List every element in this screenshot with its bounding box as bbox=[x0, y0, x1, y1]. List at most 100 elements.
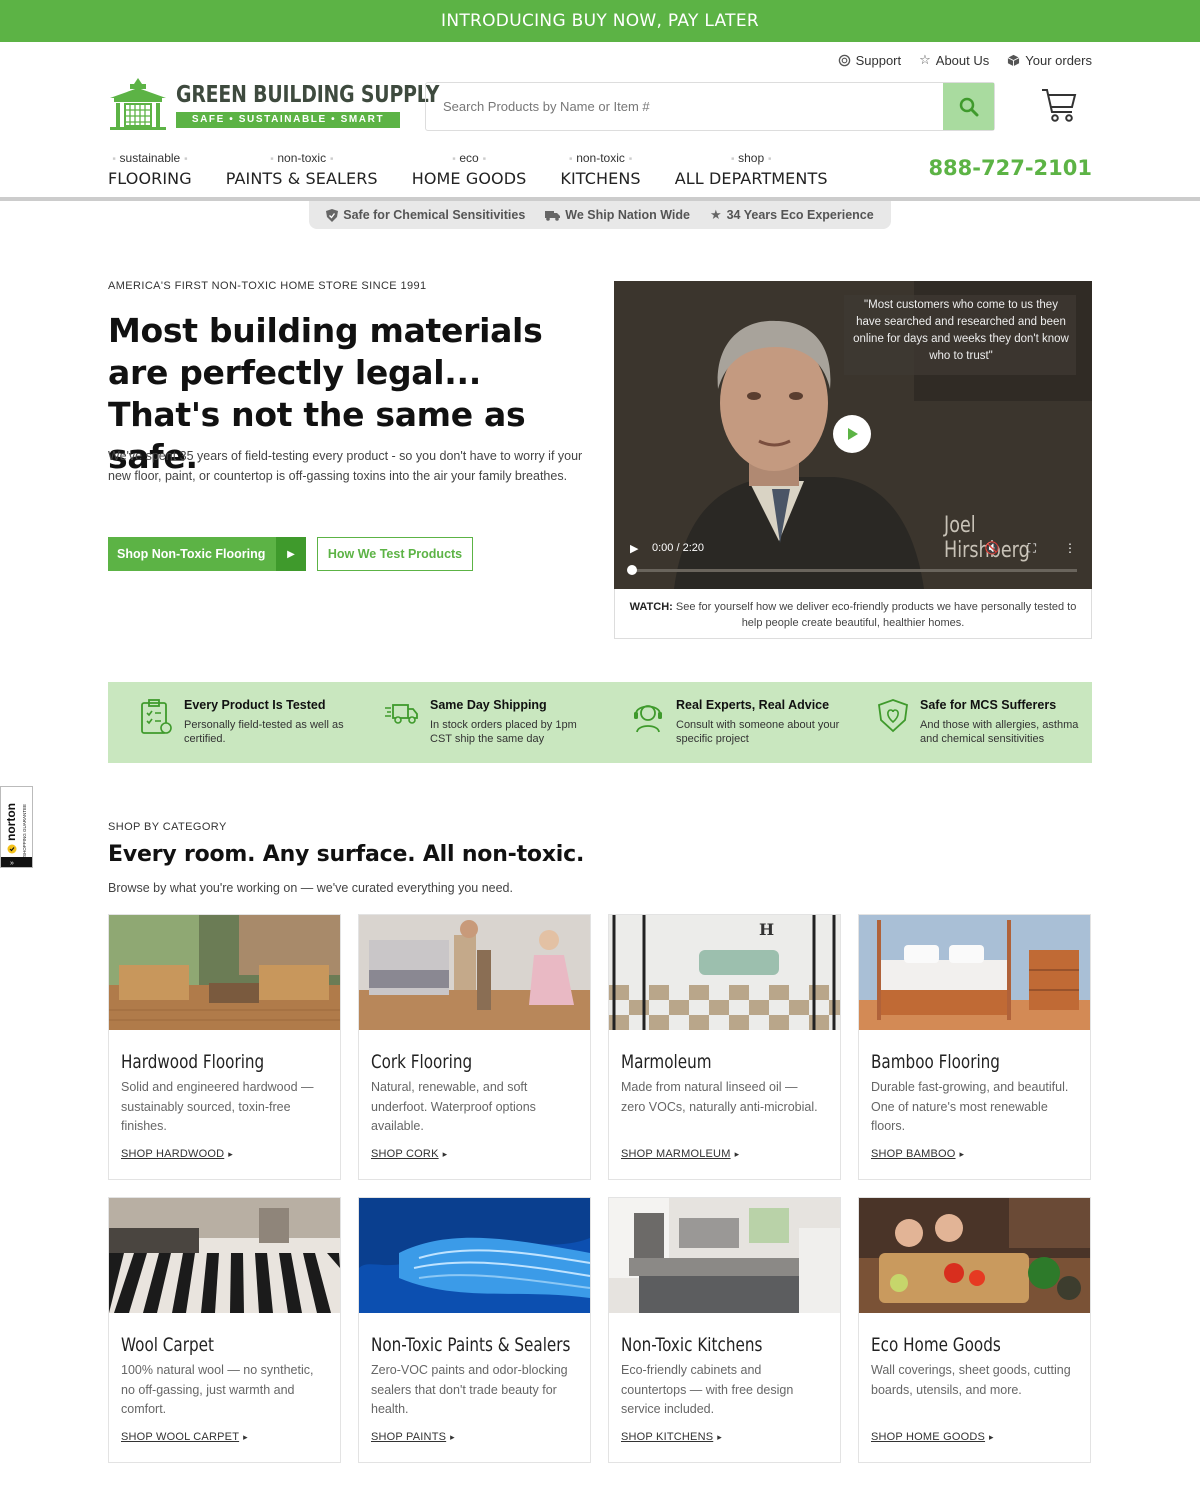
card-desc: 100% natural wool — no synthetic, no off… bbox=[121, 1363, 314, 1416]
feature-item: Same Day Shipping In stock orders placed… bbox=[354, 682, 600, 763]
card-title: Non-Toxic Paints & Sealers bbox=[371, 1334, 571, 1356]
feature-item: Real Experts, Real Advice Consult with s… bbox=[600, 682, 846, 763]
feature-desc: Personally field-tested as well as certi… bbox=[184, 719, 344, 745]
site-logo[interactable]: GREEN BUILDING SUPPLY SAFE • SUSTAINABLE… bbox=[108, 76, 439, 132]
about-link[interactable]: ☆ About Us bbox=[919, 52, 989, 68]
cart-icon bbox=[1042, 89, 1077, 122]
feature-item: Safe for MCS Sufferers And those with al… bbox=[846, 682, 1092, 763]
card-desc: Zero-VOC paints and odor-blocking sealer… bbox=[371, 1363, 568, 1416]
nav-all-departments-label: ALL DEPARTMENTS bbox=[674, 169, 828, 188]
logo-tagline: SAFE • SUSTAINABLE • SMART bbox=[176, 112, 400, 128]
category-subtitle: Browse by what you're working on — we've… bbox=[108, 881, 513, 895]
nav-kitchens[interactable]: non-toxic KITCHENS bbox=[560, 151, 640, 188]
category-title: Every room. Any surface. All non-toxic. bbox=[108, 842, 585, 867]
phone-number[interactable]: 888-727-2101 bbox=[928, 156, 1092, 180]
feature-desc: Consult with someone about your specific… bbox=[676, 719, 840, 745]
search-bar bbox=[425, 82, 995, 131]
main-nav: sustainable FLOORING non-toxic PAINTS & … bbox=[108, 151, 862, 188]
card-link[interactable]: SHOP CORK bbox=[371, 1148, 447, 1160]
nav-paints-label: PAINTS & SEALERS bbox=[225, 169, 378, 188]
trust-item: Safe for Chemical Sensitivities bbox=[326, 208, 525, 222]
category-card-hardwood[interactable]: Hardwood Flooring Solid and engineered h… bbox=[108, 914, 341, 1180]
video-play-toggle-icon[interactable]: ▶ bbox=[630, 542, 638, 555]
feature-desc: In stock orders placed by 1pm CST ship t… bbox=[430, 719, 577, 745]
hero-text: We've spent 35 years of field-testing ev… bbox=[108, 449, 583, 483]
card-link[interactable]: SHOP HOME GOODS bbox=[871, 1431, 994, 1443]
video-time: 0:00 / 2:20 bbox=[652, 542, 704, 554]
nav-flooring[interactable]: sustainable FLOORING bbox=[108, 151, 192, 188]
search-input[interactable] bbox=[426, 83, 944, 130]
box-icon bbox=[1007, 54, 1020, 66]
orders-label: Your orders bbox=[1025, 52, 1092, 68]
support-link[interactable]: Support bbox=[838, 52, 902, 68]
category-card-kitchens[interactable]: Non-Toxic Kitchens Eco-friendly cabinets… bbox=[608, 1197, 841, 1463]
nav-paints[interactable]: non-toxic PAINTS & SEALERS bbox=[226, 151, 378, 188]
shield-icon bbox=[326, 208, 339, 222]
mute-icon[interactable]: 🔇 bbox=[985, 541, 1000, 556]
card-link[interactable]: SHOP MARMOLEUM bbox=[621, 1148, 739, 1160]
category-card-wool-carpet[interactable]: Wool Carpet 100% natural wool — no synth… bbox=[108, 1197, 341, 1463]
feature-title: Safe for MCS Sufferers bbox=[920, 698, 1057, 712]
nav-flooring-label: FLOORING bbox=[108, 169, 192, 188]
card-link[interactable]: SHOP BAMBOO bbox=[871, 1148, 964, 1160]
trust-item: We Ship Nation Wide bbox=[545, 208, 690, 222]
nav-all-departments[interactable]: shop ALL DEPARTMENTS bbox=[675, 151, 828, 188]
star-outline-icon: ☆ bbox=[919, 52, 931, 67]
card-link[interactable]: SHOP HARDWOOD bbox=[121, 1148, 233, 1160]
video-player[interactable]: "Most customers who come to us they have… bbox=[614, 281, 1092, 589]
fast-truck-icon bbox=[385, 704, 418, 724]
video-progress-bar[interactable] bbox=[632, 569, 1077, 572]
support-label: Support bbox=[855, 52, 902, 68]
orders-link[interactable]: Your orders bbox=[1007, 52, 1092, 68]
norton-badge[interactable]: norton SHOPPING GUARANTEE » bbox=[0, 786, 33, 868]
cork-image bbox=[359, 915, 590, 1030]
trust-label: We Ship Nation Wide bbox=[565, 208, 690, 222]
feature-item: Every Product Is Tested Personally field… bbox=[108, 682, 354, 763]
category-card-home-goods[interactable]: Eco Home Goods Wall coverings, sheet goo… bbox=[858, 1197, 1091, 1463]
fullscreen-icon[interactable]: ⛶ bbox=[1028, 541, 1036, 556]
card-title: Bamboo Flooring bbox=[871, 1051, 1000, 1073]
norton-logo-text: norton bbox=[4, 803, 18, 841]
nav-home-goods-label: HOME GOODS bbox=[411, 169, 527, 188]
category-card-bamboo[interactable]: Bamboo Flooring Durable fast-growing, an… bbox=[858, 914, 1091, 1180]
cart-button[interactable] bbox=[1040, 86, 1078, 129]
wool-carpet-image bbox=[109, 1198, 340, 1313]
search-button[interactable] bbox=[943, 83, 994, 130]
play-button[interactable] bbox=[833, 415, 871, 453]
category-card-marmoleum[interactable]: H Marmoleum Made from natural linseed oi… bbox=[608, 914, 841, 1180]
card-link[interactable]: SHOP PAINTS bbox=[371, 1431, 455, 1443]
video-scrubber-handle[interactable] bbox=[627, 565, 637, 575]
clipboard-icon bbox=[141, 699, 172, 734]
nav-paints-eyebrow: non-toxic bbox=[226, 151, 378, 165]
logo-name: GREEN BUILDING SUPPLY bbox=[176, 82, 440, 108]
card-link[interactable]: SHOP KITCHENS bbox=[621, 1431, 722, 1443]
card-title: Wool Carpet bbox=[121, 1334, 214, 1356]
truck-icon bbox=[545, 210, 561, 221]
promo-banner[interactable]: INTRODUCING BUY NOW, PAY LATER bbox=[0, 0, 1200, 42]
card-desc: Natural, renewable, and soft underfoot. … bbox=[371, 1080, 536, 1133]
bamboo-image bbox=[859, 915, 1090, 1030]
card-link[interactable]: SHOP WOOL CARPET bbox=[121, 1431, 248, 1443]
category-card-cork[interactable]: Cork Flooring Natural, renewable, and so… bbox=[358, 914, 591, 1180]
nav-kitchens-label: KITCHENS bbox=[560, 169, 641, 188]
more-options-icon[interactable]: ⋮ bbox=[1064, 541, 1076, 556]
nav-all-departments-eyebrow: shop bbox=[675, 151, 828, 165]
support-icon bbox=[838, 54, 850, 66]
how-we-test-button[interactable]: How We Test Products bbox=[317, 537, 473, 571]
search-icon bbox=[959, 97, 978, 116]
play-icon bbox=[848, 428, 858, 440]
nav-home-goods[interactable]: eco HOME GOODS bbox=[412, 151, 527, 188]
features-strip: Every Product Is Tested Personally field… bbox=[108, 682, 1092, 763]
card-title: Marmoleum bbox=[621, 1051, 712, 1073]
category-card-paints[interactable]: Non-Toxic Paints & Sealers Zero-VOC pain… bbox=[358, 1197, 591, 1463]
shop-flooring-button[interactable]: Shop Non-Toxic Flooring ▶ bbox=[108, 537, 306, 571]
card-desc: Solid and engineered hardwood — sustaina… bbox=[121, 1080, 314, 1133]
star-icon: ★ bbox=[709, 207, 722, 222]
card-title: Eco Home Goods bbox=[871, 1334, 1001, 1356]
video-caption-text: See for yourself how we deliver eco-frie… bbox=[675, 601, 1077, 629]
card-desc: Durable fast-growing, and beautiful. One… bbox=[871, 1080, 1069, 1133]
marmoleum-image: H bbox=[609, 915, 840, 1030]
card-title: Non-Toxic Kitchens bbox=[621, 1334, 763, 1356]
feature-desc: And those with allergies, asthma and che… bbox=[920, 719, 1079, 745]
headset-icon bbox=[634, 705, 662, 733]
